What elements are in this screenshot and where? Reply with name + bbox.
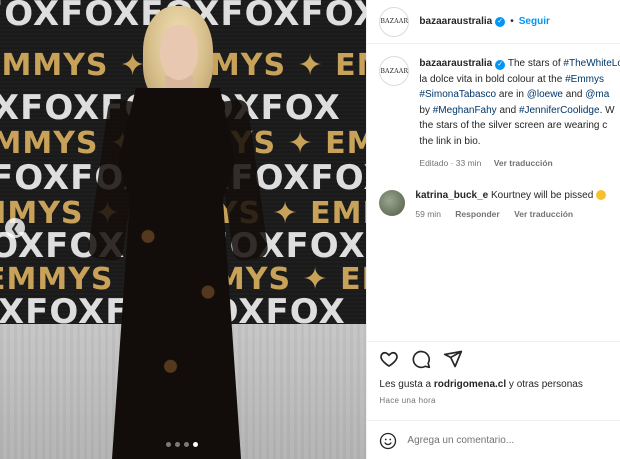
comment-username[interactable]: katrina_buck_e [415,190,488,201]
caption-line: the stars of the silver screen are weari… [419,118,620,134]
hashtag-link[interactable]: @ma [585,89,609,100]
carousel-dots [166,442,198,447]
caption-meta: Editado · 33 min Ver traducción [419,156,620,172]
comment-text: Kourtney will be pissed [491,189,594,201]
comment-meta: 59 min Responder Ver traducción [415,209,606,219]
liker-username[interactable]: rodrigomena.cl [434,379,506,390]
caption-segment: la dolce vita in bold colour at the [419,73,566,85]
caption-line: by #MeghanFahy and #JenniferCoolidge. W [419,103,620,119]
avatar[interactable]: BAZAAR [379,6,410,37]
post-header: BAZAAR bazaaraustralia ✓ • Seguir [367,0,620,44]
hashtag-link[interactable]: #SimonaTabasco [419,89,496,100]
see-translation-link[interactable]: Ver traducción [514,209,573,219]
caption-segment: are in [496,89,527,100]
action-bar: Les gusta a rodrigomena.cl y otras perso… [367,341,620,405]
caption-line: the link in bio. [419,134,620,150]
post-image[interactable]: FOXFOXFOXFOXFOX EMMYS ✦ EMMYS ✦ EMMYS FO… [0,0,367,459]
username-link[interactable]: bazaaraustralia [419,16,492,27]
action-icons [379,348,608,370]
edited-time: Editado · 33 min [419,158,482,168]
caption-segment: and [496,104,519,116]
separator: • [510,16,514,27]
carousel-dot[interactable] [193,442,198,447]
caption-line: bazaaraustralia ✓ The stars of #TheWhiteL… [419,56,620,72]
comment-time: 59 min [415,208,441,219]
caption-username[interactable]: bazaaraustralia [419,58,492,69]
carousel-prev-button[interactable]: ❮ [5,218,25,238]
caption-segment: and [562,89,586,100]
caption-segment: The stars of [507,58,564,69]
hashtag-link[interactable]: #JenniferCoolidge [519,105,600,116]
carousel-dot[interactable] [175,442,180,447]
hashtag-link[interactable]: #TheWhiteLotus [563,58,620,69]
caption-segment: by [419,104,433,116]
avatar-logo-text: BAZAAR [380,67,409,75]
caption-segment: the stars of the silver screen are weari… [419,120,608,131]
emoji-icon [596,189,607,200]
instagram-post: FOXFOXFOXFOXFOX EMMYS ✦ EMMYS ✦ EMMYS FO… [0,0,620,459]
verified-badge-icon: ✓ [495,60,506,70]
avatar[interactable] [379,189,406,216]
add-comment-bar: Agrega un comentario... [367,420,620,459]
hashtag-link[interactable]: #MeghanFahy [433,105,497,116]
post-sidebar: BAZAAR bazaaraustralia ✓ • Seguir BAZAAR… [366,0,620,459]
follow-button[interactable]: Seguir [519,16,550,27]
post-timestamp: Hace una hora [379,396,436,405]
comment-body: katrina_buck_e Kourtney will be pissed 5… [415,189,607,219]
likes-prefix: Les gusta a [379,379,434,390]
share-icon[interactable] [443,349,463,369]
hashtag-link[interactable]: @loewe [527,89,563,100]
comment-input[interactable]: Agrega un comentario... [407,435,514,446]
carousel-dot[interactable] [184,442,189,447]
caption: BAZAAR bazaaraustralia ✓ The stars of #Th… [367,44,620,172]
caption-text: bazaaraustralia ✓ The stars of #TheWhiteL… [419,56,620,172]
carousel-dot[interactable] [166,442,171,447]
emoji-smiley-icon[interactable] [379,432,397,450]
verified-badge-icon: ✓ [495,16,506,27]
heart-icon[interactable] [379,349,399,369]
face [160,25,198,80]
caption-lines: bazaaraustralia ✓ The stars of #TheWhiteL… [419,56,620,149]
caption-segment: the link in bio. [419,135,481,147]
caption-segment: . W [599,104,615,116]
reply-button[interactable]: Responder [455,209,499,219]
chevron-left-icon: ❮ [9,221,21,235]
hashtag-link[interactable]: #Emmys [565,74,604,85]
caption-line: #SimonaTabasco are in @loewe and @ma [419,87,620,103]
comment-item: katrina_buck_e Kourtney will be pissed 5… [367,172,620,219]
comment-icon[interactable] [411,349,431,369]
see-translation-link[interactable]: Ver traducción [494,158,553,168]
likes-suffix[interactable]: y otras personas [506,379,583,390]
avatar-logo-text: BAZAAR [380,18,409,25]
caption-line: la dolce vita in bold colour at the #Emm… [419,72,620,88]
person-figure [87,0,269,459]
likes-summary: Les gusta a rodrigomena.cl y otras perso… [379,379,608,390]
avatar[interactable]: BAZAAR [379,56,410,86]
black-gown [112,88,241,459]
